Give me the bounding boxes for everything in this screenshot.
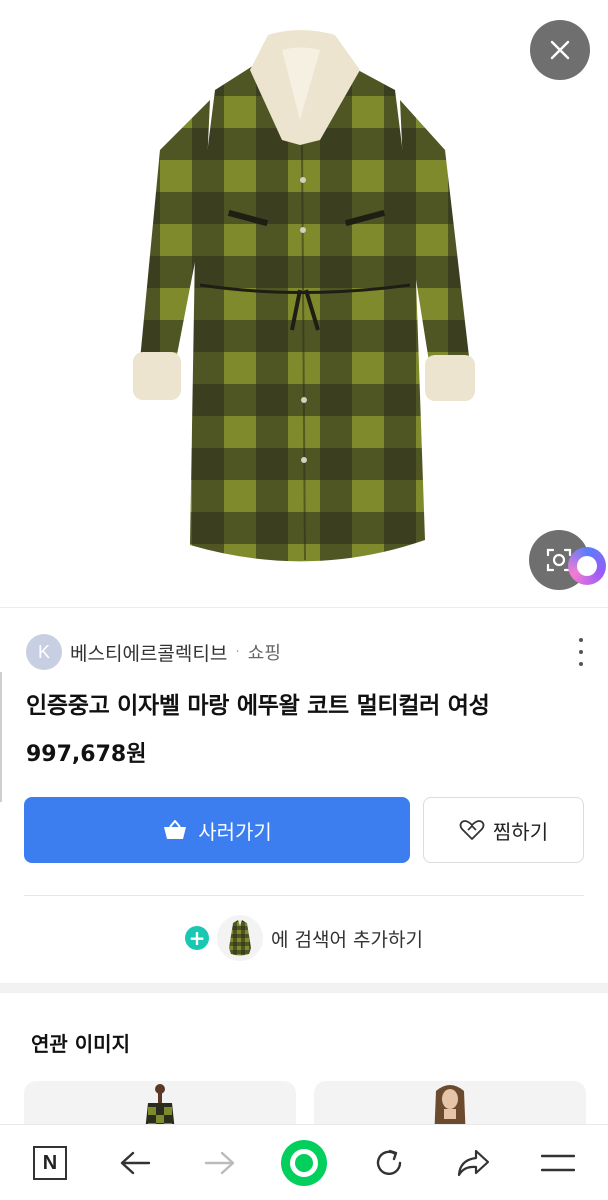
side-indicator: [0, 672, 5, 802]
divider: [24, 895, 584, 896]
refresh-button[interactable]: [354, 1125, 424, 1200]
wishlist-button[interactable]: 찜하기: [423, 797, 584, 863]
assistant-orb-icon[interactable]: [568, 547, 606, 585]
shopping-basket-icon: [164, 820, 187, 839]
plus-icon: +: [185, 926, 210, 950]
product-price: 997,678원: [26, 742, 147, 767]
buy-button[interactable]: 사러가기: [24, 797, 410, 863]
separator-dot: ·: [235, 644, 240, 660]
naver-home-button[interactable]: N: [15, 1125, 85, 1200]
coat-thumbnail: [217, 915, 264, 961]
coat-image: [133, 30, 475, 562]
wish-label: 찜하기: [492, 819, 549, 844]
green-dot-button[interactable]: [269, 1125, 339, 1200]
green-dot-icon: [281, 1140, 327, 1186]
menu-icon: [541, 1154, 575, 1172]
divider: [0, 607, 608, 608]
buy-label: 사러가기: [198, 819, 272, 844]
refresh-icon: [376, 1149, 402, 1176]
close-icon: [550, 40, 570, 60]
share-button[interactable]: [438, 1125, 508, 1200]
seller-row[interactable]: K 베스티에르콜렉티브 · 쇼핑: [26, 634, 586, 670]
heart-tag-icon: [459, 820, 485, 840]
product-image[interactable]: [0, 0, 608, 607]
naver-home-icon: N: [33, 1146, 67, 1180]
add-search-label: 에 검색어 추가하기: [271, 928, 423, 951]
bottom-navigation: N: [0, 1124, 608, 1200]
related-images-title: 연관 이미지: [31, 1032, 130, 1056]
forward-arrow-icon: [204, 1151, 235, 1175]
back-arrow-icon: [120, 1151, 151, 1175]
share-icon: [457, 1149, 490, 1177]
seller-avatar: K: [26, 634, 62, 670]
close-button[interactable]: [530, 20, 590, 80]
seller-category: 쇼핑: [247, 643, 281, 664]
seller-name[interactable]: 베스티에르콜렉티브: [70, 639, 227, 666]
forward-button[interactable]: [185, 1125, 255, 1200]
back-button[interactable]: [100, 1125, 170, 1200]
menu-button[interactable]: [523, 1125, 593, 1200]
add-search-term[interactable]: + 에 검색어 추가하기: [0, 912, 608, 964]
more-options-icon[interactable]: [576, 638, 586, 666]
section-separator: [0, 983, 608, 993]
product-title[interactable]: 인증중고 이자벨 마랑 에뚜왈 코트 멀티컬러 여성: [26, 686, 490, 720]
